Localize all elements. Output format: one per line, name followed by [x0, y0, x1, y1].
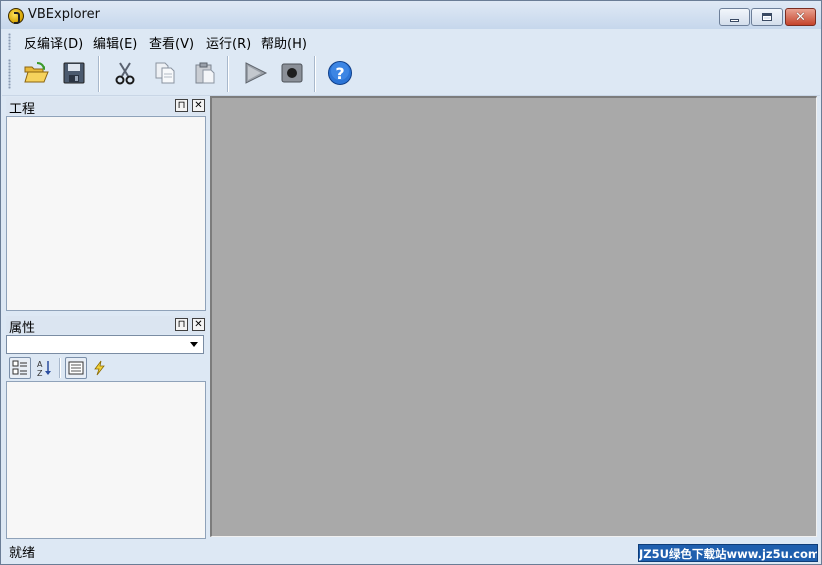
- menu-edit[interactable]: 编辑(E): [93, 33, 137, 52]
- project-panel-header[interactable]: 工程 ⊓ ✕: [6, 97, 206, 117]
- svg-text:Z: Z: [37, 369, 43, 377]
- run-button[interactable]: [240, 58, 270, 88]
- cut-icon: [115, 62, 135, 85]
- close-icon: ✕: [194, 100, 203, 111]
- toolbar-separator: [314, 56, 316, 92]
- pin-icon: ⊓: [177, 319, 186, 330]
- toolbar-separator: [98, 56, 100, 92]
- close-icon: ✕: [194, 319, 203, 330]
- paste-button[interactable]: [190, 58, 220, 88]
- menu-bar: 反编译(D) 编辑(E) 查看(V) 运行(R) 帮助(H): [2, 30, 820, 52]
- menu-decompile[interactable]: 反编译(D): [24, 33, 83, 52]
- properties-panel-close-button[interactable]: ✕: [192, 318, 205, 331]
- close-icon: ✕: [795, 9, 806, 25]
- title-bar[interactable]: VBExplorer ✕: [1, 1, 821, 29]
- run-icon: [245, 62, 268, 84]
- properties-toolbar-separator: [59, 358, 61, 378]
- toolbar: ?: [2, 52, 820, 96]
- menu-grip-handle[interactable]: [8, 33, 11, 50]
- status-text: 就绪: [9, 546, 36, 561]
- save-button[interactable]: [59, 58, 89, 88]
- menu-view[interactable]: 查看(V): [149, 33, 194, 52]
- menu-run[interactable]: 运行(R): [206, 33, 251, 52]
- copy-button[interactable]: [150, 58, 180, 88]
- properties-toolbar: A Z: [6, 356, 206, 380]
- property-grid[interactable]: [6, 381, 206, 539]
- property-list-icon: [68, 361, 84, 375]
- help-button[interactable]: ?: [325, 58, 355, 88]
- window-title: VBExplorer: [28, 7, 100, 22]
- properties-panel-title: 属性: [9, 321, 36, 336]
- project-panel-pin-button[interactable]: ⊓: [175, 99, 188, 112]
- maximize-icon: [762, 13, 772, 21]
- project-panel-close-button[interactable]: ✕: [192, 99, 205, 112]
- paste-icon: [195, 62, 215, 84]
- save-icon: [63, 62, 85, 84]
- open-button[interactable]: [21, 58, 51, 88]
- sort-alphabetical-icon: A Z: [37, 360, 51, 377]
- app-icon: [8, 8, 24, 24]
- stop-icon: [281, 63, 303, 83]
- svg-text:A: A: [37, 360, 43, 369]
- main-window: VBExplorer ✕ 反编译(D) 编辑(E) 查看(V) 运行(R) 帮助…: [0, 0, 822, 565]
- properties-panel-pin-button[interactable]: ⊓: [175, 318, 188, 331]
- project-tree[interactable]: [6, 116, 206, 311]
- events-button[interactable]: [88, 357, 110, 379]
- copy-icon: [155, 62, 175, 84]
- toolbar-separator: [227, 56, 229, 92]
- properties-view-button[interactable]: [65, 357, 87, 379]
- object-selector-dropdown[interactable]: [6, 335, 204, 354]
- alphabetical-button[interactable]: A Z: [33, 357, 55, 379]
- svg-text:?: ?: [335, 64, 344, 83]
- close-button[interactable]: ✕: [785, 8, 816, 26]
- pin-icon: ⊓: [177, 100, 186, 111]
- help-icon: ?: [328, 61, 352, 85]
- minimize-button[interactable]: [719, 8, 750, 26]
- lightning-icon: [94, 360, 105, 376]
- minimize-icon: [730, 18, 739, 22]
- watermark-badge: JZ5U绿色下载站www.jz5u.com: [638, 544, 818, 562]
- maximize-button[interactable]: [751, 8, 783, 26]
- cut-button[interactable]: [110, 58, 140, 88]
- categorized-button[interactable]: [9, 357, 31, 379]
- project-panel-title: 工程: [9, 102, 36, 117]
- open-folder-icon: [24, 62, 49, 83]
- stop-button[interactable]: [277, 58, 307, 88]
- properties-panel-header[interactable]: 属性 ⊓ ✕: [6, 316, 206, 336]
- menu-help[interactable]: 帮助(H): [261, 33, 307, 52]
- mdi-workspace[interactable]: [210, 96, 817, 537]
- toolbar-grip-handle[interactable]: [8, 59, 11, 89]
- categorized-icon: [12, 360, 27, 375]
- chevron-down-icon[interactable]: [187, 338, 201, 351]
